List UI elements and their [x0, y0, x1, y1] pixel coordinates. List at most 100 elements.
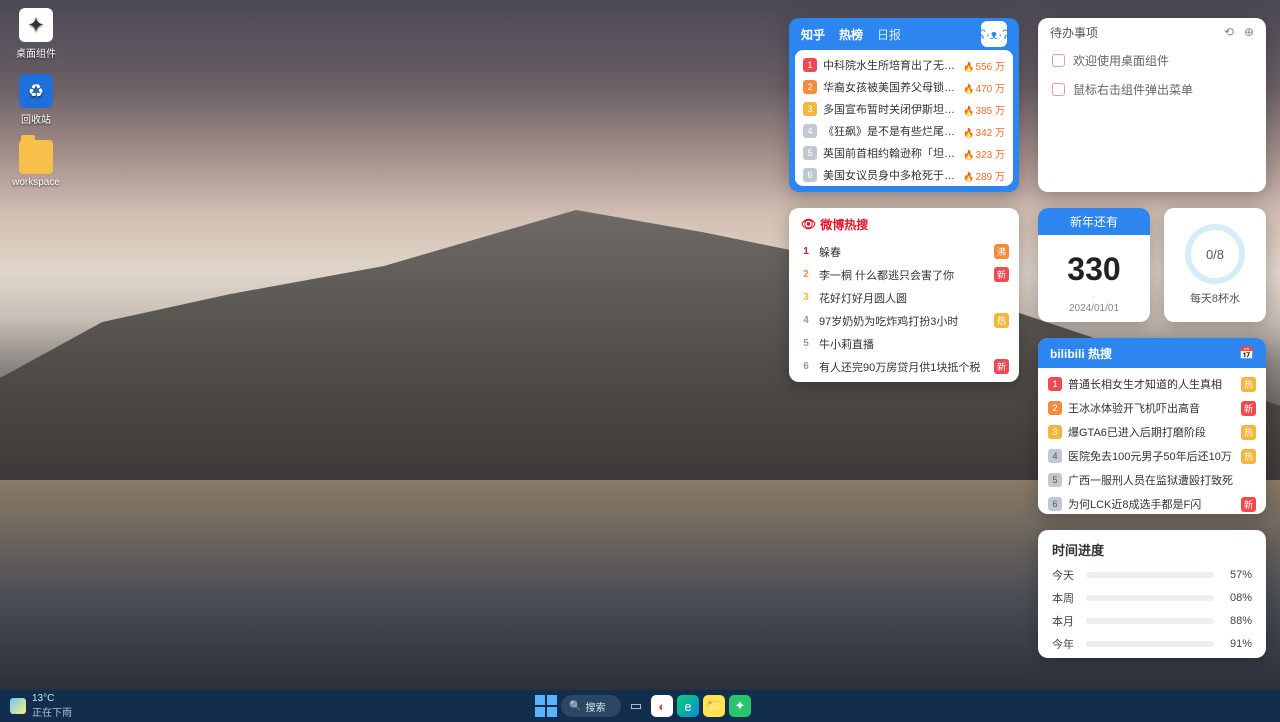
icon-label: 桌面组件: [16, 45, 56, 60]
item-heat: 556 万: [963, 58, 1005, 73]
weibo-item[interactable]: 2李一桐 什么都逃只会害了你新: [799, 263, 1009, 286]
bilibili-label: 热搜: [1088, 347, 1112, 361]
taskbar-app-folder[interactable]: 📁: [703, 695, 725, 717]
item-title: 为何LCK近8成选手都是F闪: [1068, 496, 1237, 512]
item-title: 爆GTA6已进入后期打磨阶段: [1068, 424, 1237, 440]
weibo-item[interactable]: 3花好灯好月圆人圆: [799, 286, 1009, 309]
icon-label: 回收站: [21, 111, 51, 126]
progress-row: 本月 88%: [1052, 613, 1252, 629]
water-progress: 0/8: [1206, 247, 1224, 262]
rank-badge: 1: [1048, 377, 1062, 391]
progress-label: 今天: [1052, 567, 1078, 583]
item-title: 多国宣布暂时关闭伊斯坦布尔领事馆…: [823, 101, 959, 117]
taskbar-app-widget[interactable]: ✦: [729, 695, 751, 717]
progress-row: 本周08%: [1052, 590, 1252, 606]
item-title: 华裔女孩被美国养父母锁地牢奴役十…: [823, 79, 959, 95]
zhihu-item[interactable]: 4《狂飙》是不是有些烂尾了？342 万: [801, 120, 1007, 142]
taskbar-task-view[interactable]: ▭: [625, 695, 647, 717]
rank-number: 6: [799, 361, 813, 372]
zhihu-item[interactable]: 2华裔女孩被美国养父母锁地牢奴役十…470 万: [801, 76, 1007, 98]
countdown-date: 2024/01/01: [1069, 303, 1119, 322]
bilibili-widget[interactable]: bilibili 热搜 📅 1普通长相女生才知道的人生真相热2王冰冰体验开飞机吓…: [1038, 338, 1266, 514]
todo-item[interactable]: 欢迎使用桌面组件: [1038, 46, 1266, 75]
weibo-title: 微博热搜: [820, 216, 868, 233]
taskbar-app-chrome[interactable]: ◐: [651, 695, 673, 717]
bilibili-item[interactable]: 4医院免去100元男子50年后还10万热: [1048, 444, 1256, 468]
taskbar[interactable]: 13°C 正在下雨 🔍 搜索 ▭ ◐ e 📁 ✦: [0, 690, 1280, 722]
item-title: 王冰冰体验开飞机吓出高音: [1068, 400, 1237, 416]
add-icon[interactable]: ⊕: [1244, 25, 1254, 39]
zhihu-item[interactable]: 1中科院水生所培育出了无刺鲫鱼，80…556 万: [801, 54, 1007, 76]
progress-bar: [1086, 641, 1214, 647]
zhihu-item[interactable]: 5英国前首相约翰逊称「坦克巡逻自己…323 万: [801, 142, 1007, 164]
rank-badge: 6: [803, 168, 817, 182]
tag-badge: 新: [994, 359, 1009, 374]
progress-label: 本周: [1052, 590, 1078, 606]
zhihu-mascot-icon: ʕ·ᴥ·ʔ: [981, 21, 1007, 47]
zhihu-tabs: 知乎 热榜 日报: [801, 26, 901, 43]
bilibili-item[interactable]: 5广西一服刑人员在监狱遭殴打致死: [1048, 468, 1256, 492]
zhihu-brand: 知乎: [801, 26, 825, 43]
bilibili-item[interactable]: 6为何LCK近8成选手都是F闪新: [1048, 492, 1256, 514]
progress-row: 今天 57%: [1052, 567, 1252, 583]
weibo-item[interactable]: 497岁奶奶为吃炸鸡打扮3小时热: [799, 309, 1009, 332]
item-title: 花好灯好月圆人圆: [819, 290, 1009, 306]
taskbar-search[interactable]: 🔍 搜索: [561, 695, 621, 717]
desktop-icon-widget-app[interactable]: ✦ 桌面组件: [8, 8, 64, 60]
start-button[interactable]: [535, 695, 557, 717]
bilibili-item[interactable]: 2王冰冰体验开飞机吓出高音新: [1048, 396, 1256, 420]
item-title: 医院免去100元男子50年后还10万: [1068, 448, 1237, 464]
item-title: 李一桐 什么都逃只会害了你: [819, 267, 990, 283]
tab-daily[interactable]: 日报: [877, 26, 901, 43]
countdown-widget[interactable]: 新年还有 330 2024/01/01: [1038, 208, 1150, 322]
water-widget[interactable]: 0/8 每天8杯水: [1164, 208, 1266, 322]
water-label: 每天8杯水: [1190, 290, 1240, 306]
tab-hot[interactable]: 热榜: [839, 26, 863, 43]
zhihu-widget[interactable]: 知乎 热榜 日报 ʕ·ᴥ·ʔ 1中科院水生所培育出了无刺鲫鱼，80…556 万2…: [789, 18, 1019, 192]
rank-badge: 2: [1048, 401, 1062, 415]
progress-label: 本月: [1052, 613, 1078, 629]
tag-badge: 新: [994, 267, 1009, 282]
time-progress-widget[interactable]: 时间进度 今天57%本周08%本月88%今年91%: [1038, 530, 1266, 658]
checkbox[interactable]: [1052, 54, 1065, 67]
taskbar-app-edge[interactable]: e: [677, 695, 699, 717]
zhihu-item[interactable]: 6美国女议员身中多枪死于家门口，留…289 万: [801, 164, 1007, 186]
todo-widget[interactable]: 待办事项 ⟲ ⊕ 欢迎使用桌面组件鼠标右击组件弹出菜单: [1038, 18, 1266, 192]
weibo-header: 👁 微博热搜: [789, 208, 1019, 240]
desktop-icon-recycle-bin[interactable]: ♻ 回收站: [8, 74, 64, 126]
checkbox[interactable]: [1052, 83, 1065, 96]
progress-pct: 91%: [1222, 638, 1252, 650]
weather-temp: 13°C: [32, 693, 72, 704]
calendar-icon[interactable]: 📅: [1239, 346, 1254, 360]
tag-badge: 沸: [994, 244, 1009, 259]
tag-badge: 新: [1241, 497, 1256, 512]
zhihu-item[interactable]: 3多国宣布暂时关闭伊斯坦布尔领事馆…385 万: [801, 98, 1007, 120]
zhihu-header: 知乎 热榜 日报 ʕ·ᴥ·ʔ: [789, 18, 1019, 50]
rank-number: 4: [799, 315, 813, 326]
weibo-item[interactable]: 1躲春沸: [799, 240, 1009, 263]
desktop-icon-workspace[interactable]: workspace: [8, 140, 64, 188]
weibo-widget[interactable]: 👁 微博热搜 1躲春沸2李一桐 什么都逃只会害了你新3花好灯好月圆人圆497岁奶…: [789, 208, 1019, 382]
bilibili-list: 1普通长相女生才知道的人生真相热 2 王冰冰体验开飞机吓出高音新 3爆GTA6已进入后…: [1038, 368, 1266, 514]
weibo-item[interactable]: 6 有人还完90万房贷月供1块抵个税新: [799, 355, 1009, 378]
todo-text: 鼠标右击组件弹出菜单: [1073, 81, 1193, 98]
weather-icon: [10, 698, 26, 714]
progress-pct: 57%: [1222, 569, 1252, 581]
item-title: 英国前首相约翰逊称「坦克巡逻自己…: [823, 145, 959, 161]
todo-title: 待办事项: [1050, 24, 1098, 41]
todo-item[interactable]: 鼠标右击组件弹出菜单: [1038, 75, 1266, 104]
countdown-title: 新年还有: [1038, 208, 1150, 235]
item-title: 广西一服刑人员在监狱遭殴打致死: [1068, 472, 1256, 488]
weibo-item[interactable]: 5牛小莉直播: [799, 332, 1009, 355]
progress-pct: 88%: [1222, 615, 1252, 627]
item-title: 有人还完90万房贷月供1块抵个税: [819, 359, 990, 375]
weibo-list: 1躲春沸2李一桐 什么都逃只会害了你新3花好灯好月圆人圆497岁奶奶为吃炸鸡打扮…: [789, 240, 1019, 382]
item-heat: 289 万: [963, 168, 1005, 183]
bilibili-item[interactable]: 1普通长相女生才知道的人生真相热: [1048, 372, 1256, 396]
item-heat: 385 万: [963, 102, 1005, 117]
time-progress-rows: 今天57%本周08%本月88%今年91%: [1052, 567, 1252, 652]
history-icon[interactable]: ⟲: [1224, 25, 1234, 39]
progress-bar: [1086, 595, 1214, 601]
taskbar-weather[interactable]: 13°C 正在下雨: [10, 693, 72, 719]
bilibili-item[interactable]: 3爆GTA6已进入后期打磨阶段热: [1048, 420, 1256, 444]
